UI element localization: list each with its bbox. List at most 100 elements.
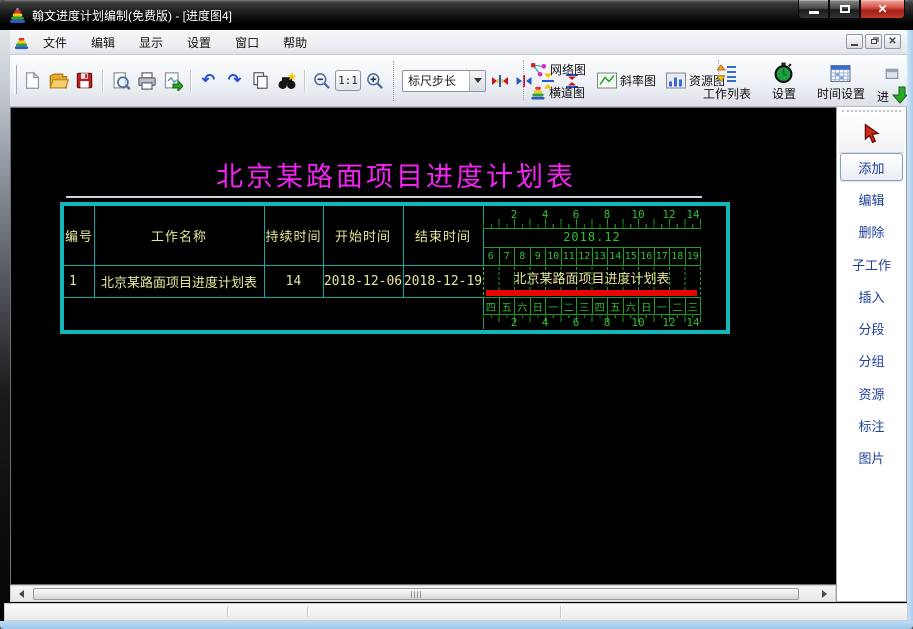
zoom-in-button[interactable] — [364, 70, 385, 91]
gantt-month-label: 2018.12 — [563, 230, 621, 244]
col-header-duration: 持续时间 — [265, 230, 322, 245]
sidebar-item-picture[interactable]: 图片 — [840, 443, 903, 471]
undo-icon: ↶ — [201, 71, 216, 89]
title-bar: 翰文进度计划编制(免费版) - [进度图4] ✕ — [0, 0, 913, 30]
mdi-minimize-button[interactable] — [846, 34, 863, 49]
weekday-cell: 六 — [514, 298, 530, 314]
menu-view[interactable]: 显示 — [129, 31, 173, 54]
open-file-button[interactable] — [47, 69, 70, 92]
printer-icon — [137, 71, 156, 90]
app-window: 翰文进度计划编制(免费版) - [进度图4] ✕ 文件 编辑 显示 设置 窗口 … — [0, 0, 913, 629]
redo-button[interactable]: ↷ — [223, 69, 246, 92]
toolbar-separator — [304, 69, 305, 92]
print-button[interactable] — [135, 69, 158, 92]
day-cell: 9 — [529, 248, 546, 265]
gantt-task-bar[interactable] — [486, 290, 697, 296]
menu-window[interactable]: 窗口 — [225, 31, 269, 54]
cursor-arrow-icon — [864, 122, 880, 143]
select-cursor-button[interactable] — [839, 115, 904, 153]
copy-button[interactable] — [249, 69, 272, 92]
day-cell: 17 — [653, 248, 670, 265]
sidebar-gripper[interactable] — [842, 110, 901, 113]
status-bar — [4, 603, 908, 621]
weekday-cell: 日 — [638, 298, 654, 314]
work-list-button[interactable]: 工作列表 — [703, 61, 751, 102]
ruler-step-dropdown[interactable]: 标尺步长 — [402, 69, 486, 92]
sidebar-item-resource[interactable]: 资源 — [840, 379, 903, 407]
settings-button[interactable]: 设置 — [761, 61, 807, 102]
h-expand-button[interactable] — [489, 70, 510, 91]
menu-edit[interactable]: 编辑 — [81, 31, 125, 54]
slope-view-label: 斜率图 — [620, 74, 657, 88]
scroll-right-button[interactable] — [818, 586, 835, 601]
sidebar-item-annotation[interactable]: 标注 — [840, 411, 903, 439]
horizontal-scrollbar[interactable] — [10, 585, 836, 602]
time-settings-label: 时间设置 — [816, 87, 865, 101]
day-cell: 6 — [487, 251, 494, 262]
toolbar-gripper[interactable] — [14, 65, 17, 94]
undo-button[interactable]: ↶ — [197, 69, 220, 92]
scrollbar-thumb[interactable] — [33, 588, 799, 600]
find-button[interactable] — [275, 69, 298, 92]
menu-bar: 文件 编辑 显示 设置 窗口 帮助 ✕ — [10, 30, 907, 55]
progress-line-button-clipped[interactable]: 进 — [875, 61, 909, 107]
sidebar-item-insert[interactable]: 插入 — [840, 282, 903, 310]
mdi-minimize-icon — [851, 44, 858, 46]
export-image-icon — [164, 71, 183, 91]
mdi-close-button[interactable]: ✕ — [884, 34, 901, 49]
weekday-cell: 四 — [591, 298, 608, 314]
weekday-cell: 三 — [576, 298, 592, 314]
zoom-out-button[interactable] — [311, 70, 332, 91]
sidebar-item-edit[interactable]: 编辑 — [840, 185, 903, 213]
row-cell-id[interactable]: 1 — [64, 265, 94, 297]
day-cell: 11 — [560, 248, 577, 265]
sidebar-item-delete[interactable]: 删除 — [840, 217, 903, 245]
scroll-left-button[interactable] — [11, 586, 28, 601]
menu-help[interactable]: 帮助 — [273, 31, 317, 54]
minimize-button[interactable] — [798, 0, 829, 19]
new-file-button[interactable] — [21, 69, 44, 92]
tool-sidebar: 添加 编辑 删除 子工作 插入 分段 分组 资源 标注 图片 — [836, 107, 907, 602]
weekday-cell: 六 — [622, 298, 639, 314]
maximize-button[interactable] — [829, 0, 860, 19]
row-cell-name[interactable]: 北京某路面项目进度计划表 — [94, 265, 264, 297]
row-cell-end[interactable]: 2018-12-19 — [403, 265, 483, 297]
menu-file[interactable]: 文件 — [33, 31, 77, 54]
row-cell-start[interactable]: 2018-12-06 — [323, 265, 403, 297]
window-title: 翰文进度计划编制(免费版) - [进度图4] — [32, 8, 232, 23]
row-cell-duration[interactable]: 14 — [264, 265, 323, 297]
save-button[interactable] — [73, 69, 96, 92]
ruler-number: 10 — [631, 208, 645, 221]
toolbar: ↶ ↷ 1:1 标尺步长 网络图 横道图 斜率图 资源图 工作列表 设置 时间设… — [10, 55, 907, 107]
ruler-step-value: 标尺步长 — [408, 74, 457, 88]
toolbar-group-separator — [523, 60, 524, 100]
close-icon: ✕ — [877, 2, 888, 16]
gantt-line — [483, 228, 701, 229]
day-cell: 14 — [607, 248, 623, 265]
sidebar-item-group[interactable]: 分组 — [840, 346, 903, 374]
sidebar-item-segment[interactable]: 分段 — [840, 314, 903, 342]
print-preview-button[interactable] — [109, 69, 132, 92]
network-view-button[interactable]: 网络图 — [528, 59, 588, 80]
zoom-reset-button[interactable]: 1:1 — [335, 70, 361, 91]
gantt-pyramid-icon — [531, 86, 545, 100]
time-settings-button[interactable]: 时间设置 — [817, 61, 865, 102]
gantt-task-row: 北京某路面项目进度计划表 — [483, 266, 701, 297]
mdi-restore-button[interactable] — [865, 34, 882, 49]
new-file-icon — [25, 71, 40, 89]
menu-settings[interactable]: 设置 — [177, 31, 221, 54]
weekday-cell: 一 — [545, 298, 561, 314]
sidebar-item-add[interactable]: 添加 — [840, 153, 903, 181]
zoom-in-icon — [366, 72, 383, 89]
export-image-button[interactable] — [161, 69, 184, 92]
gantt-weekday-row: 四 五 六 日 一 二 三 四 五 六 日 一 二 三 — [483, 298, 701, 314]
grid-line — [64, 297, 483, 298]
gantt-view-button[interactable]: 横道图 — [528, 82, 588, 103]
drawing-canvas[interactable]: 北京某路面项目进度计划表 编号 工作名称 持续时间 开始时间 结束时间 1 北京… — [10, 107, 836, 585]
col-header-name: 工作名称 — [150, 230, 207, 245]
dropdown-button[interactable] — [469, 70, 485, 91]
resource-chart-icon — [666, 72, 687, 89]
close-button[interactable]: ✕ — [860, 0, 905, 19]
slope-view-button[interactable]: 斜率图 — [594, 70, 659, 91]
sidebar-item-subtask[interactable]: 子工作 — [840, 250, 903, 278]
